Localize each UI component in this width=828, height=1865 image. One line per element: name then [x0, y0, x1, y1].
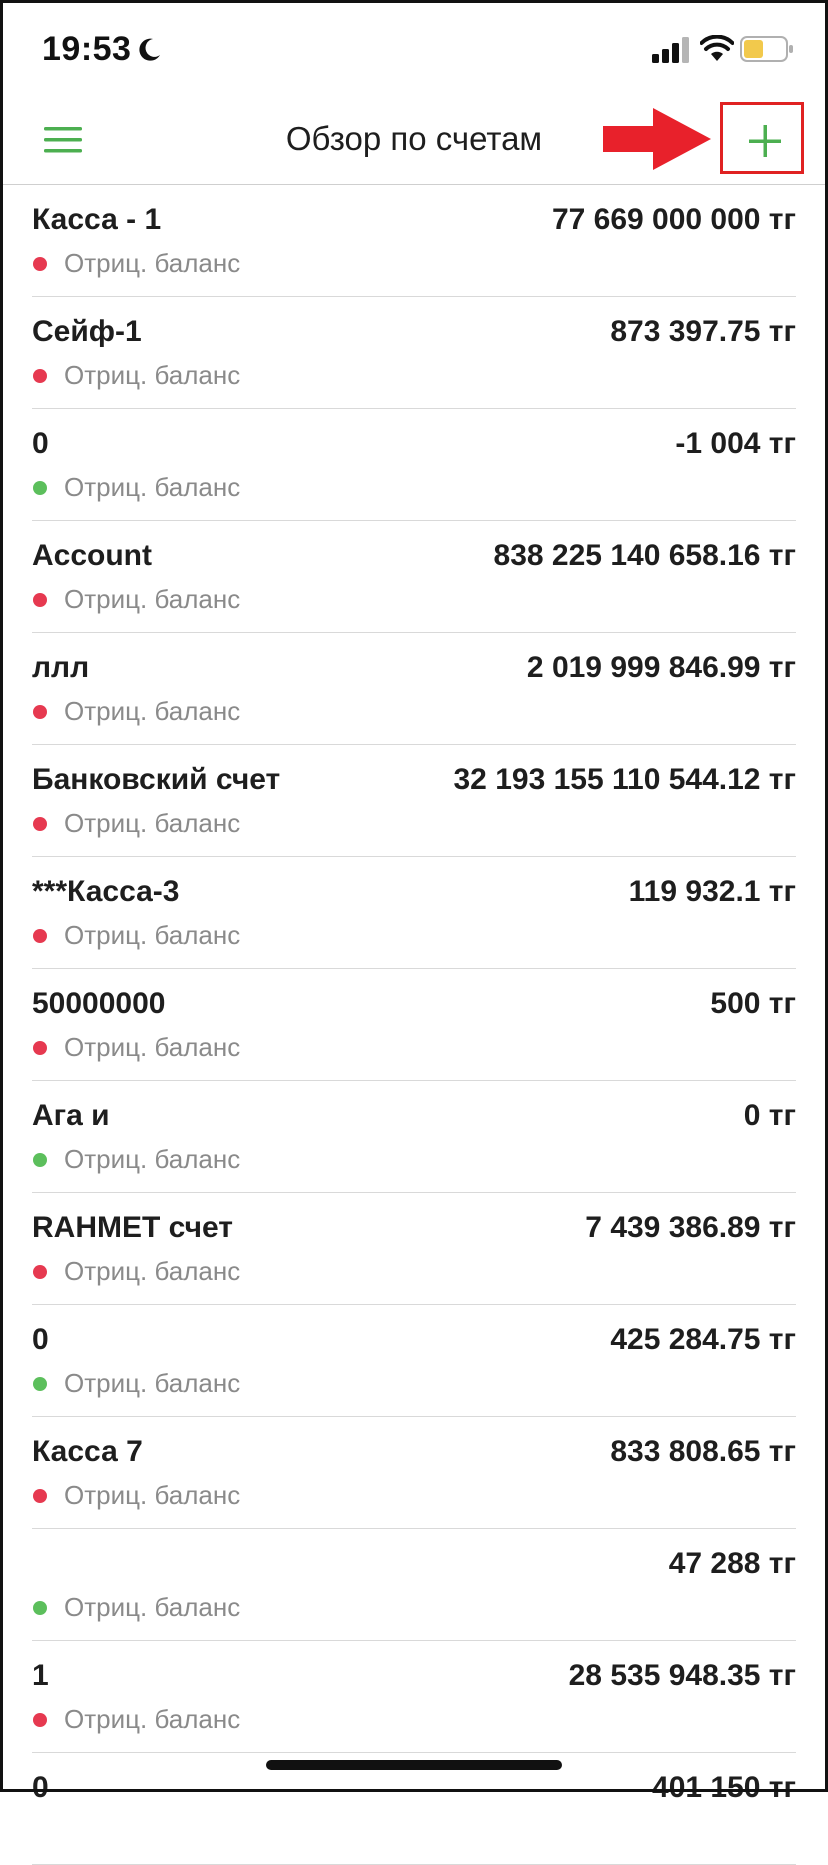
status-dot-icon — [33, 929, 47, 943]
account-name: ***Касса-3 — [32, 875, 180, 908]
account-balance: 119 932.1 тг — [628, 875, 796, 908]
account-status: Отриц. баланс — [64, 360, 241, 390]
status-dot-icon — [33, 1041, 47, 1055]
account-status: Отриц. баланс — [64, 1144, 241, 1174]
signal-icon — [652, 37, 689, 63]
account-row[interactable]: Банковский счет 32 193 155 110 544.12 тг О… — [0, 745, 828, 857]
nav-bar: Обзор по счетам — [0, 100, 828, 185]
account-status: Отриц. баланс — [64, 1480, 241, 1510]
account-balance: 833 808.65 тг — [610, 1435, 796, 1468]
account-balance: 838 225 140 658.16 тг — [493, 539, 796, 572]
account-name: Касса - 1 — [32, 203, 162, 236]
account-status: Отриц. баланс — [64, 584, 241, 614]
status-dot-icon — [33, 593, 47, 607]
status-dot-icon — [33, 1377, 47, 1391]
account-row[interactable]: ***Касса-3 119 932.1 тг Отриц. баланс — [0, 857, 828, 969]
account-balance: 28 535 948.35 тг — [568, 1659, 796, 1692]
moon-icon — [139, 38, 160, 61]
account-name: 50000000 — [32, 987, 166, 1020]
status-time: 19:53 — [42, 30, 132, 68]
account-name: Сейф-1 — [32, 315, 142, 348]
account-balance: 2 019 999 846.99 тг — [526, 651, 796, 684]
status-dot-icon — [33, 481, 47, 495]
account-name: 0 — [32, 427, 49, 460]
account-row[interactable]: 50000000 500 тг Отриц. баланс — [0, 969, 828, 1081]
account-status: Отриц. баланс — [64, 696, 241, 726]
account-status: Отриц. баланс — [64, 1368, 241, 1398]
account-row[interactable]: RAHMET счет 7 439 386.89 тг Отриц. баланс — [0, 1193, 828, 1305]
home-indicator[interactable] — [266, 1760, 562, 1770]
account-name: ллл — [32, 651, 90, 684]
account-row[interactable]: Касса 7 833 808.65 тг Отриц. баланс — [0, 1417, 828, 1529]
account-balance: 77 669 000 000 тг — [551, 203, 796, 236]
account-row[interactable]: Ага и 0 тг Отриц. баланс — [0, 1081, 828, 1193]
status-dot-icon — [33, 1265, 47, 1279]
red-arrow-icon — [603, 108, 711, 170]
account-balance: 0 тг — [743, 1099, 796, 1132]
battery-icon — [740, 36, 793, 62]
account-status: Отриц. баланс — [64, 1032, 241, 1062]
account-row[interactable]: 1 28 535 948.35 тг Отриц. баланс — [0, 1641, 828, 1753]
account-name: 0 — [32, 1771, 49, 1804]
account-row[interactable]: 47 288 тг Отриц. баланс — [0, 1529, 828, 1641]
account-balance: 47 288 тг — [668, 1547, 796, 1580]
status-dot-icon — [33, 817, 47, 831]
account-balance: 500 тг — [710, 987, 796, 1020]
account-status: Отриц. баланс — [64, 472, 241, 502]
account-balance: 425 284.75 тг — [610, 1323, 796, 1356]
account-status: Отриц. баланс — [64, 1256, 241, 1286]
status-dot-icon — [33, 369, 47, 383]
account-name: 0 — [32, 1323, 49, 1356]
account-status: Отриц. баланс — [64, 808, 241, 838]
account-name: Ага и — [32, 1099, 110, 1132]
account-row[interactable]: Account 838 225 140 658.16 тг Отриц. балан… — [0, 521, 828, 633]
account-row[interactable]: 0 -1 004 тг Отриц. баланс — [0, 409, 828, 521]
account-name: Account — [32, 539, 152, 572]
account-row[interactable]: ллл 2 019 999 846.99 тг Отриц. баланс — [0, 633, 828, 745]
account-row[interactable]: Сейф-1 873 397.75 тг Отриц. баланс — [0, 297, 828, 409]
account-balance: 7 439 386.89 тг — [585, 1211, 796, 1244]
account-row[interactable]: 0 425 284.75 тг Отриц. баланс — [0, 1305, 828, 1417]
account-status: Отриц. баланс — [64, 1704, 241, 1734]
account-balance: -1 004 тг — [675, 427, 796, 460]
status-dot-icon — [33, 1601, 47, 1615]
plus-icon — [749, 125, 781, 157]
wifi-icon — [700, 35, 734, 61]
status-dot-icon — [33, 1713, 47, 1727]
account-row[interactable]: Касса - 1 77 669 000 000 тг Отриц. баланс — [0, 185, 828, 297]
account-status: Отриц. баланс — [64, 920, 241, 950]
account-balance: 32 193 155 110 544.12 тг — [453, 763, 797, 796]
add-account-button[interactable] — [720, 102, 804, 174]
account-balance: 873 397.75 тг — [610, 315, 796, 348]
account-name: Банковский счет — [32, 763, 281, 796]
account-name: Касса 7 — [32, 1435, 143, 1468]
account-balance: 401 150 тг — [652, 1771, 796, 1804]
account-status: Отриц. баланс — [64, 1592, 241, 1622]
status-dot-icon — [33, 1153, 47, 1167]
account-list: Касса - 1 77 669 000 000 тг Отриц. баланс С… — [0, 185, 828, 1865]
status-dot-icon — [33, 705, 47, 719]
status-bar: 19:53 — [0, 0, 828, 100]
status-dot-icon — [33, 1489, 47, 1503]
account-name: RAHMET счет — [32, 1211, 233, 1244]
account-name: 1 — [32, 1659, 49, 1692]
account-status: Отриц. баланс — [64, 248, 241, 278]
status-dot-icon — [33, 257, 47, 271]
